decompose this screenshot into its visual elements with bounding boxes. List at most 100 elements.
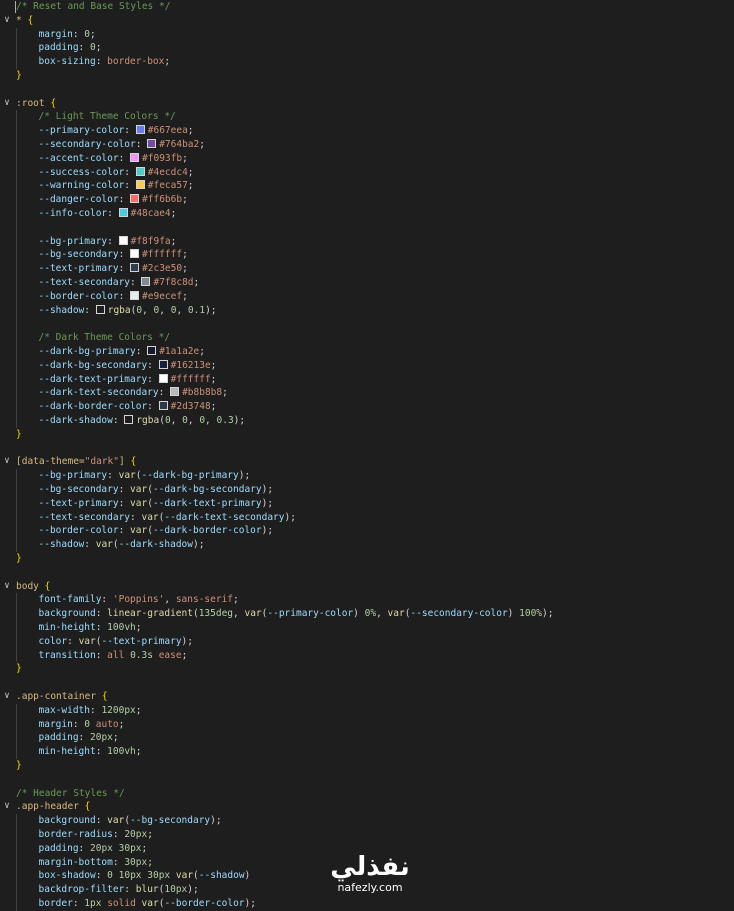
code-line[interactable]: margin: 0 auto; xyxy=(0,718,734,732)
code-line[interactable]: background: var(--bg-secondary); xyxy=(0,814,734,828)
color-swatch-icon[interactable] xyxy=(147,346,157,355)
fold-chevron-icon[interactable]: ∨ xyxy=(2,800,12,814)
color-swatch-icon[interactable] xyxy=(147,139,157,148)
code-line[interactable]: /* Header Styles */ xyxy=(0,787,734,801)
color-swatch-icon[interactable] xyxy=(158,359,168,369)
token-prop: box-shadow xyxy=(38,870,96,882)
code-line[interactable]: --shadow: rgba(0, 0, 0, 0.1); xyxy=(0,304,734,318)
code-line[interactable]: } xyxy=(0,552,734,566)
code-line[interactable] xyxy=(0,773,734,787)
token-punct: ); xyxy=(187,884,199,896)
code-line[interactable]: font-family: 'Poppins', sans-serif; xyxy=(0,593,734,607)
code-line[interactable] xyxy=(0,566,734,580)
code-line[interactable]: min-height: 100vh; xyxy=(0,621,734,635)
code-line[interactable]: --success-color: #4ecdc4; xyxy=(0,166,734,180)
token-prop: --dark-bg-primary xyxy=(38,346,136,357)
code-line[interactable]: --text-primary: #2c3e50; xyxy=(0,262,734,276)
code-line[interactable]: background: linear-gradient(135deg, var(… xyxy=(0,607,734,621)
code-line[interactable]: ∨ .app-header { xyxy=(0,800,734,814)
color-swatch-icon[interactable] xyxy=(130,290,140,300)
code-line[interactable]: --text-secondary: #7f8c8d; xyxy=(0,276,734,290)
token-prop: --text-primary xyxy=(38,497,119,509)
code-line[interactable]: /* Reset and Base Styles */ xyxy=(0,0,734,14)
code-line[interactable]: color: var(--text-primary); xyxy=(0,635,734,649)
code-line[interactable]: --primary-color: #667eea; xyxy=(0,124,734,138)
code-line[interactable]: ∨ * { xyxy=(0,14,734,28)
color-swatch-icon[interactable] xyxy=(158,373,168,383)
code-line[interactable]: } xyxy=(0,428,734,442)
code-line[interactable]: --accent-color: #f093fb; xyxy=(0,152,734,166)
code-line[interactable]: --dark-bg-secondary: #16213e; xyxy=(0,359,734,373)
code-text: background: linear-gradient(135deg, var(… xyxy=(16,607,554,621)
token-punct: ; xyxy=(233,594,239,606)
code-line[interactable] xyxy=(0,442,734,456)
color-swatch-icon[interactable] xyxy=(95,304,105,314)
color-swatch-icon[interactable] xyxy=(118,208,128,217)
fold-chevron-icon[interactable]: ∨ xyxy=(2,455,12,469)
code-line[interactable]: border-radius: 20px; xyxy=(0,828,734,842)
code-line[interactable]: ∨ [data-theme="dark"] { xyxy=(0,455,734,469)
token-brace: { xyxy=(27,14,34,26)
color-swatch-icon[interactable] xyxy=(130,249,140,259)
code-line[interactable]: --shadow: var(--dark-shadow); xyxy=(0,538,734,552)
code-line[interactable]: --dark-border-color: #2d3748; xyxy=(0,400,734,414)
color-swatch-icon[interactable] xyxy=(130,263,140,273)
code-line[interactable]: --dark-text-primary: #ffffff; xyxy=(0,373,734,387)
code-line[interactable] xyxy=(0,221,734,235)
code-line[interactable]: max-width: 1200px; xyxy=(0,704,734,718)
code-line[interactable] xyxy=(0,317,734,331)
code-line[interactable]: --danger-color: #ff6b6b; xyxy=(0,193,734,207)
code-line[interactable]: --dark-bg-primary: #1a1a2e; xyxy=(0,345,734,359)
code-line[interactable]: } xyxy=(0,69,734,83)
color-swatch-icon[interactable] xyxy=(170,387,180,397)
code-line[interactable]: --bg-primary: var(--dark-bg-primary); xyxy=(0,469,734,483)
fold-chevron-icon[interactable]: ∨ xyxy=(2,580,12,594)
code-text: --accent-color: #f093fb; xyxy=(16,152,188,166)
color-swatch-icon[interactable] xyxy=(135,166,145,176)
color-swatch-icon[interactable] xyxy=(135,180,145,190)
code-line[interactable]: ∨:root { xyxy=(0,97,734,111)
code-line[interactable]: --bg-secondary: #ffffff; xyxy=(0,248,734,262)
fold-chevron-icon[interactable]: ∨ xyxy=(2,97,12,111)
code-line[interactable]: --info-color: #48cae4; xyxy=(0,207,734,221)
code-line[interactable]: min-height: 100vh; xyxy=(0,745,734,759)
code-line[interactable]: --dark-shadow: rgba(0, 0, 0, 0.3); xyxy=(0,414,734,428)
code-line[interactable]: --border-color: var(--dark-border-color)… xyxy=(0,524,734,538)
code-line[interactable]: margin: 0; xyxy=(0,28,734,42)
code-line[interactable]: --dark-text-secondary: #b8b8b8; xyxy=(0,386,734,400)
code-line[interactable]: transition: all 0.3s ease; xyxy=(0,649,734,663)
code-line[interactable]: /* Light Theme Colors */ xyxy=(0,110,734,124)
code-line[interactable]: /* Dark Theme Colors */ xyxy=(0,331,734,345)
token-punct: ; xyxy=(112,732,119,744)
code-text: } xyxy=(16,759,22,773)
fold-chevron-icon[interactable]: ∨ xyxy=(2,14,12,28)
color-swatch-icon[interactable] xyxy=(130,152,140,162)
code-line[interactable]: padding: 0; xyxy=(0,41,734,55)
code-line[interactable]: --bg-secondary: var(--dark-bg-secondary)… xyxy=(0,483,734,497)
code-line[interactable]: padding: 20px; xyxy=(0,731,734,745)
code-line[interactable]: --bg-primary: #f8f9fa; xyxy=(0,235,734,249)
token-punct: , xyxy=(376,608,388,620)
code-line[interactable] xyxy=(0,676,734,690)
code-line[interactable]: --warning-color: #feca57; xyxy=(0,179,734,193)
code-line[interactable]: --secondary-color: #764ba2; xyxy=(0,138,734,152)
color-swatch-icon[interactable] xyxy=(141,277,151,286)
code-editor[interactable]: /* Reset and Base Styles */∨ * {margin: 0… xyxy=(0,0,734,911)
color-swatch-icon[interactable] xyxy=(158,401,168,411)
code-line[interactable]: ∨ body { xyxy=(0,580,734,594)
code-line[interactable]: } xyxy=(0,759,734,773)
token-prop: border-radius xyxy=(38,829,113,840)
code-text: } xyxy=(16,69,22,83)
color-swatch-icon[interactable] xyxy=(130,194,140,204)
code-line[interactable]: --text-primary: var(--dark-text-primary)… xyxy=(0,497,734,511)
color-swatch-icon[interactable] xyxy=(124,415,134,424)
code-line[interactable]: box-sizing: border-box; xyxy=(0,55,734,69)
code-line[interactable] xyxy=(0,83,734,97)
color-swatch-icon[interactable] xyxy=(135,125,145,135)
code-line[interactable]: } xyxy=(0,662,734,676)
fold-chevron-icon[interactable]: ∨ xyxy=(2,690,12,704)
code-line[interactable]: --text-secondary: var(--dark-text-second… xyxy=(0,511,734,525)
code-line[interactable]: ∨ .app-container { xyxy=(0,690,734,704)
color-swatch-icon[interactable] xyxy=(118,235,128,245)
code-line[interactable]: --border-color: #e9ecef; xyxy=(0,290,734,304)
